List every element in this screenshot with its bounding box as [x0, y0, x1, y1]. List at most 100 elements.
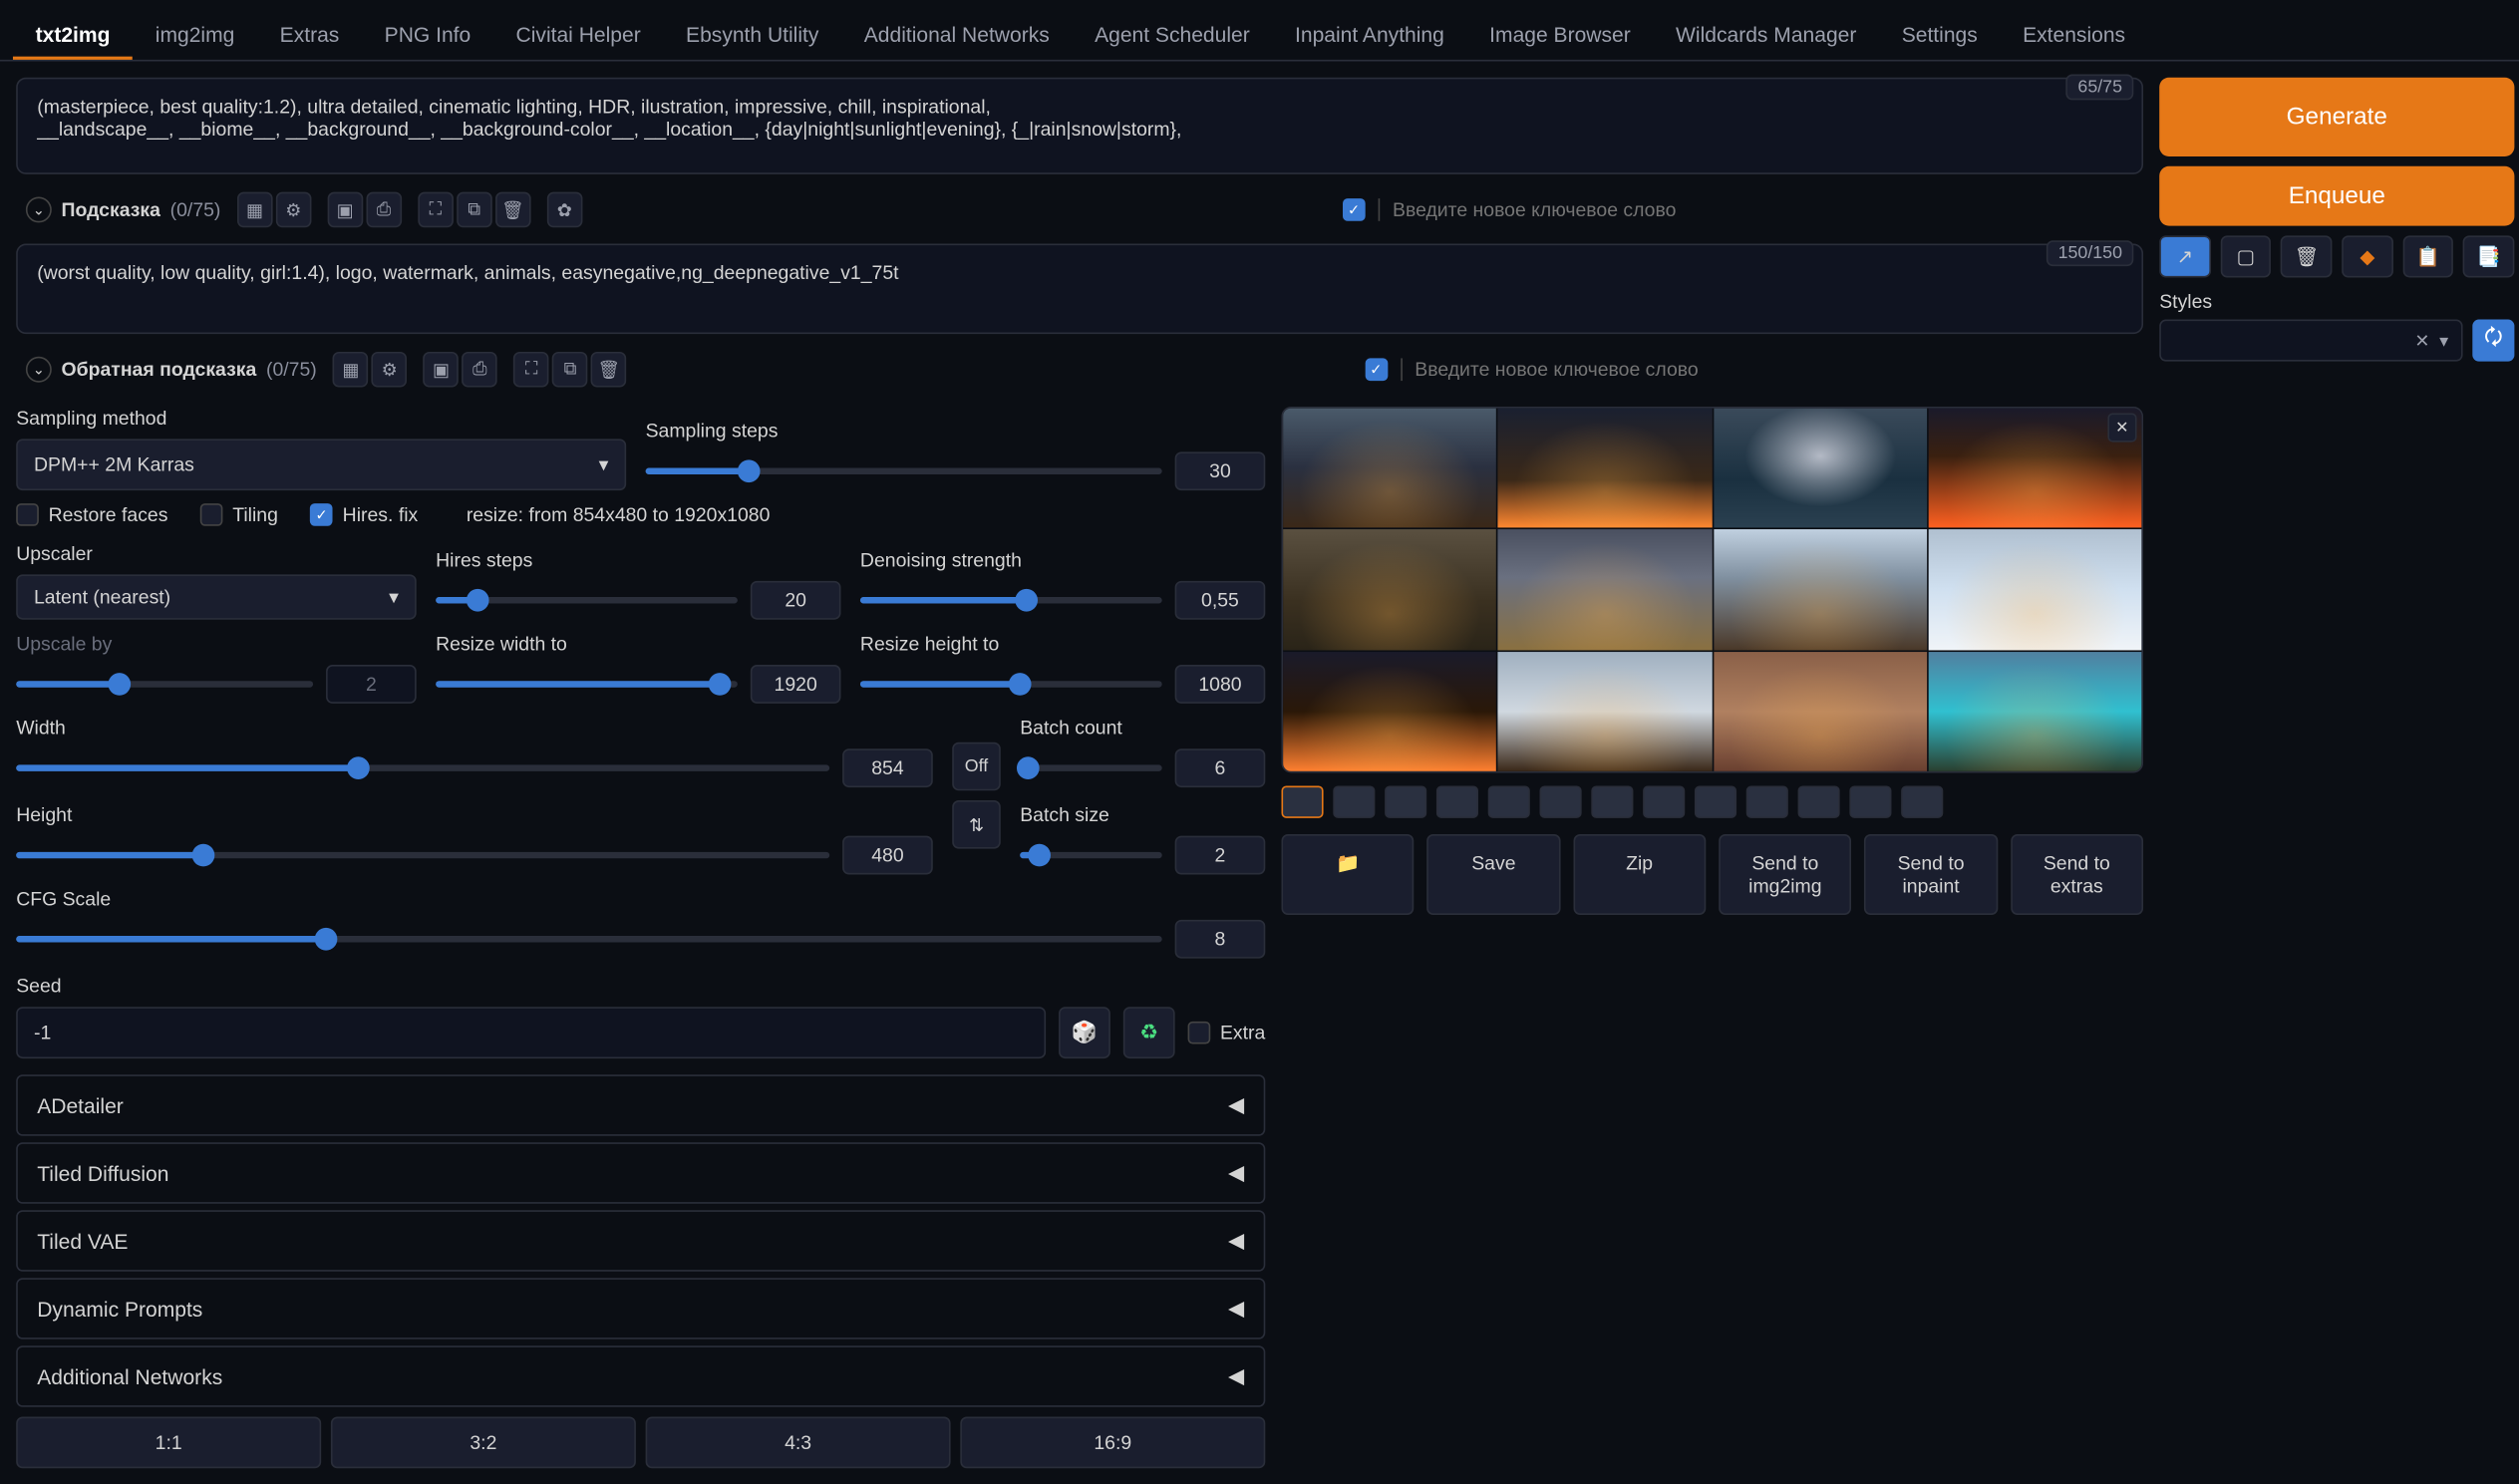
ratio-3-2[interactable]: 3:2 — [331, 1416, 636, 1468]
tab-agent[interactable]: Agent Scheduler — [1072, 13, 1272, 60]
arrow-icon[interactable]: ↗ — [2159, 235, 2210, 277]
enqueue-button[interactable]: Enqueue — [2159, 166, 2514, 226]
generate-button[interactable]: Generate — [2159, 78, 2514, 156]
tab-extras[interactable]: Extras — [257, 13, 362, 60]
expand-icon[interactable]: ⛶ — [418, 192, 454, 228]
upscale-by-value[interactable]: 2 — [326, 665, 417, 704]
paste-icon[interactable]: 📑 — [2463, 235, 2514, 277]
ratio-16-9[interactable]: 16:9 — [960, 1416, 1265, 1468]
chevron-down-icon[interactable]: ⌄ — [26, 357, 52, 383]
tab-img2img[interactable]: img2img — [133, 13, 257, 60]
batch-size-value[interactable]: 2 — [1175, 836, 1266, 875]
expand-icon[interactable]: ⛶ — [513, 352, 549, 388]
resize-width-value[interactable]: 1920 — [751, 665, 841, 704]
zip-button[interactable]: Zip — [1573, 834, 1706, 915]
gallery-image[interactable] — [1928, 652, 2141, 771]
thumb[interactable] — [1695, 786, 1736, 818]
gallery-image[interactable] — [1928, 530, 2141, 650]
denoise-slider[interactable] — [860, 597, 1162, 603]
height-value[interactable]: 480 — [842, 836, 933, 875]
thumb[interactable] — [1540, 786, 1582, 818]
cfg-value[interactable]: 8 — [1175, 920, 1266, 959]
accordion-tiled-diffusion[interactable]: Tiled Diffusion◀ — [16, 1142, 1265, 1204]
batch-count-slider[interactable] — [1020, 764, 1161, 770]
chevron-down-icon[interactable]: ⌄ — [26, 197, 52, 223]
tab-civitai[interactable]: Civitai Helper — [493, 13, 664, 60]
negprompt-keyword-check[interactable]: ✓ — [1365, 358, 1388, 381]
sampling-steps-value[interactable]: 30 — [1175, 451, 1266, 490]
upscale-by-slider[interactable] — [16, 681, 313, 687]
thumb[interactable] — [1798, 786, 1840, 818]
gallery-image[interactable] — [1714, 530, 1927, 650]
hires-steps-value[interactable]: 20 — [751, 581, 841, 620]
thumb[interactable] — [1591, 786, 1633, 818]
thumb[interactable] — [1849, 786, 1891, 818]
tab-ebsynth[interactable]: Ebsynth Utility — [663, 13, 841, 60]
save-icon[interactable]: ⎙ — [366, 192, 402, 228]
save-icon[interactable]: ⎙ — [462, 352, 497, 388]
styles-icon[interactable]: ◆ — [2342, 235, 2392, 277]
recycle-icon[interactable]: ♻ — [1123, 1007, 1175, 1058]
grid-icon[interactable]: ▦ — [333, 352, 369, 388]
thumb[interactable] — [1643, 786, 1685, 818]
flower-icon[interactable]: ✿ — [546, 192, 582, 228]
open-folder-button[interactable]: 📁 — [1281, 834, 1414, 915]
upscaler-select[interactable]: Latent (nearest)▾ — [16, 574, 417, 619]
tab-inpaint[interactable]: Inpaint Anything — [1272, 13, 1466, 60]
gallery-image[interactable] — [1283, 409, 1496, 528]
gear-icon[interactable]: ⚙ — [372, 352, 408, 388]
hires-steps-slider[interactable] — [436, 597, 738, 603]
sampling-steps-slider[interactable] — [646, 468, 1162, 474]
sampling-method-select[interactable]: DPM++ 2M Karras▾ — [16, 439, 626, 490]
refresh-icon[interactable]: 🗘 — [2472, 320, 2514, 362]
tab-extensions[interactable]: Extensions — [2000, 13, 2147, 60]
gallery-image[interactable] — [1498, 652, 1712, 771]
send-inpaint-button[interactable]: Send to inpaint — [1864, 834, 1997, 915]
swap-dims-button[interactable]: ⇅ — [952, 800, 1001, 849]
thumb[interactable] — [1746, 786, 1788, 818]
resize-height-value[interactable]: 1080 — [1175, 665, 1266, 704]
thumb[interactable] — [1901, 786, 1943, 818]
prompt-input[interactable] — [16, 78, 2143, 174]
gallery-image[interactable] — [1283, 652, 1496, 771]
denoise-value[interactable]: 0,55 — [1175, 581, 1266, 620]
send-extras-button[interactable]: Send to extras — [2011, 834, 2143, 915]
gear-icon[interactable]: ⚙ — [275, 192, 311, 228]
off-button[interactable]: Off — [952, 742, 1001, 791]
tab-addnet[interactable]: Additional Networks — [841, 13, 1072, 60]
gallery-image[interactable] — [1714, 652, 1927, 771]
send-img2img-button[interactable]: Send to img2img — [1719, 834, 1851, 915]
ratio-4-3[interactable]: 4:3 — [646, 1416, 951, 1468]
tab-wildcards[interactable]: Wildcards Manager — [1653, 13, 1879, 60]
dice-icon[interactable]: 🎲 — [1059, 1007, 1110, 1058]
accordion-adetailer[interactable]: ADetailer◀ — [16, 1074, 1265, 1136]
hires-fix-check[interactable]: ✓ — [310, 503, 333, 526]
clear-icon[interactable]: ▢ — [2220, 235, 2271, 277]
accordion-dynamic-prompts[interactable]: Dynamic Prompts◀ — [16, 1278, 1265, 1339]
cfg-slider[interactable] — [16, 936, 1161, 942]
tiling-check[interactable] — [200, 503, 223, 526]
styles-select[interactable]: ✕▾ — [2159, 320, 2462, 362]
tab-settings[interactable]: Settings — [1879, 13, 2000, 60]
thumb[interactable] — [1488, 786, 1530, 818]
seed-input[interactable] — [16, 1007, 1046, 1058]
gallery-image[interactable] — [1498, 409, 1712, 528]
save-button[interactable]: Save — [1427, 834, 1560, 915]
copy-icon[interactable]: ⧉ — [552, 352, 588, 388]
batch-count-value[interactable]: 6 — [1175, 748, 1266, 787]
ratio-1-1[interactable]: 1:1 — [16, 1416, 321, 1468]
gallery-image[interactable] — [1498, 530, 1712, 650]
batch-size-slider[interactable] — [1020, 852, 1161, 858]
trash-icon[interactable]: 🗑 — [591, 352, 627, 388]
thumb[interactable] — [1333, 786, 1375, 818]
grid-icon[interactable]: ▦ — [237, 192, 273, 228]
trash-icon[interactable]: 🗑 — [2281, 235, 2332, 277]
resize-width-slider[interactable] — [436, 681, 738, 687]
negprompt-keyword-input[interactable] — [1415, 358, 2133, 381]
prompt-keyword-input[interactable] — [1393, 198, 2133, 221]
height-slider[interactable] — [16, 852, 829, 858]
trash-icon[interactable]: 🗑 — [495, 192, 531, 228]
prompt-keyword-check[interactable]: ✓ — [1343, 198, 1366, 221]
tab-pnginfo[interactable]: PNG Info — [362, 13, 493, 60]
tab-browser[interactable]: Image Browser — [1467, 13, 1654, 60]
